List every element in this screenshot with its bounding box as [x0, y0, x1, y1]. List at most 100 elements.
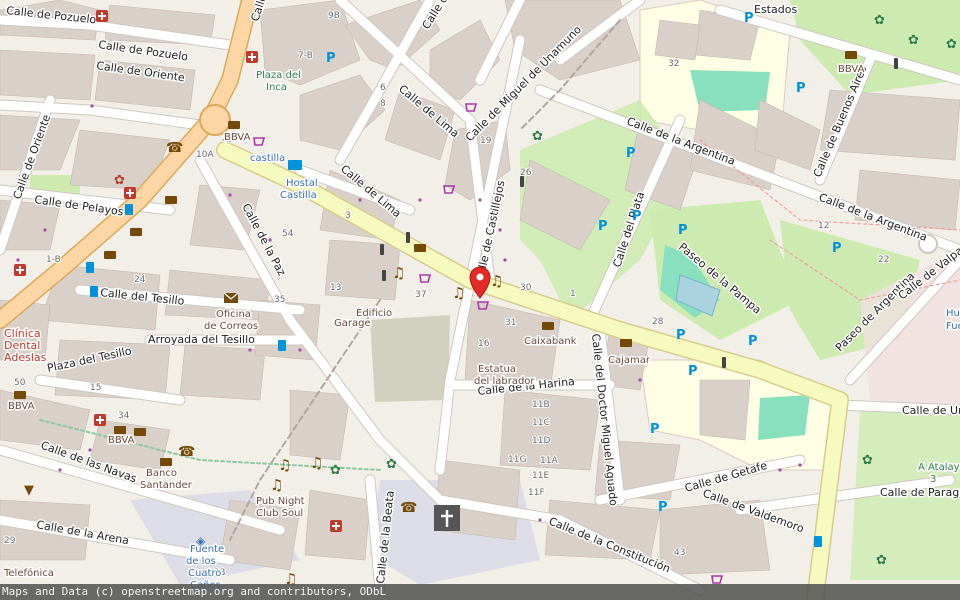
svg-text:Pub Night: Pub Night — [256, 496, 305, 507]
hotel-icon — [288, 160, 302, 170]
svg-text:Oficina: Oficina — [216, 309, 251, 320]
playground-icon: ✿ — [532, 129, 543, 144]
svg-text:11E: 11E — [532, 471, 549, 481]
svg-text:Santander: Santander — [140, 480, 193, 491]
parking-icon: P — [796, 81, 806, 96]
map-canvas[interactable]: 9B 32 49 10A 54 35 37 31 28 11B 11C 11D … — [0, 0, 960, 600]
map-attribution[interactable]: Maps and Data (c) openstreetmap.org and … — [0, 584, 960, 600]
music-icon: ♫ — [490, 272, 503, 290]
svg-text:BBVA: BBVA — [108, 435, 135, 446]
svg-text:15: 15 — [90, 383, 101, 393]
playground-icon: ✿ — [946, 37, 957, 52]
bus-stop-icon — [90, 286, 98, 297]
bank-icon — [414, 244, 426, 252]
pharmacy-icon — [96, 10, 108, 22]
svg-text:Cajamar: Cajamar — [608, 355, 651, 366]
svg-text:del labrador: del labrador — [474, 376, 535, 387]
parking-icon: P — [598, 219, 608, 234]
svg-text:35: 35 — [274, 295, 285, 305]
bank-icon — [160, 458, 172, 466]
pharmacy-icon — [14, 264, 26, 276]
svg-text:1: 1 — [570, 289, 576, 299]
svg-text:6: 6 — [380, 83, 386, 93]
svg-text:30: 30 — [520, 283, 532, 293]
svg-text:A Atalay: A Atalay — [918, 462, 960, 473]
music-icon: ♫ — [278, 456, 291, 474]
svg-text:Club Soul: Club Soul — [256, 508, 303, 519]
svg-text:28: 28 — [652, 317, 664, 327]
playground-icon: ✿ — [386, 457, 397, 472]
pharmacy-icon — [330, 520, 342, 532]
svg-text:37: 37 — [415, 290, 426, 300]
svg-text:31: 31 — [505, 318, 516, 328]
svg-text:10A: 10A — [196, 150, 214, 160]
svg-text:8: 8 — [380, 99, 386, 109]
svg-text:1-B: 1-B — [46, 255, 61, 265]
parking-icon: P — [832, 241, 842, 256]
parking-icon: P — [676, 328, 686, 343]
svg-text:32: 32 — [668, 59, 679, 69]
svg-text:de Correos: de Correos — [204, 321, 258, 332]
svg-text:11G: 11G — [508, 455, 526, 465]
pharmacy-icon — [124, 187, 136, 199]
music-icon: ▼ — [24, 483, 34, 498]
bus-stop-icon — [125, 204, 133, 215]
parking-icon: P — [632, 209, 642, 224]
bus-stop-icon — [814, 536, 822, 547]
fountain-icon: ◈ — [196, 534, 206, 548]
music-icon: ☎ — [166, 140, 183, 156]
music-icon: ♫ — [270, 476, 283, 494]
bank-icon — [14, 391, 26, 399]
svg-text:29: 29 — [4, 536, 16, 546]
parking-icon: P — [650, 422, 660, 437]
svg-text:11B: 11B — [532, 400, 550, 410]
svg-text:22: 22 — [878, 255, 889, 265]
svg-text:9B: 9B — [328, 11, 340, 21]
svg-text:16: 16 — [478, 339, 490, 349]
parking-icon: P — [688, 364, 698, 379]
music-icon: ☎ — [400, 500, 417, 516]
svg-text:BBVA: BBVA — [838, 64, 865, 75]
svg-text:Banco: Banco — [146, 468, 177, 479]
bank-icon — [228, 121, 240, 129]
bus-stop-icon — [86, 262, 94, 273]
dentist-icon: ✿ — [114, 173, 125, 188]
svg-text:de los: de los — [186, 556, 216, 567]
svg-text:Hue: Hue — [946, 308, 960, 319]
parking-icon: P — [626, 146, 636, 161]
bank-icon — [620, 339, 632, 347]
svg-text:Fue: Fue — [946, 321, 960, 332]
svg-text:Cuatro: Cuatro — [188, 568, 221, 579]
svg-text:11C: 11C — [532, 418, 550, 428]
street-label: Calle de Paragua — [880, 486, 960, 499]
svg-text:BBVA: BBVA — [8, 401, 35, 412]
playground-icon: ✿ — [908, 33, 919, 48]
svg-text:Estatua: Estatua — [478, 364, 516, 375]
pharmacy-icon — [94, 414, 106, 426]
parking-icon: P — [744, 11, 754, 26]
music-icon: ♫ — [310, 454, 323, 472]
bank-icon — [130, 228, 142, 236]
svg-text:13: 13 — [330, 283, 341, 293]
street-label: Calle de Uru — [902, 404, 960, 417]
playground-icon: ✿ — [330, 463, 341, 478]
svg-text:Castilla: Castilla — [280, 190, 317, 201]
parking-icon: P — [658, 500, 668, 515]
svg-text:3: 3 — [930, 474, 936, 485]
playground-icon: ✿ — [874, 13, 885, 28]
svg-text:castilla: castilla — [250, 153, 285, 164]
svg-text:11D: 11D — [532, 436, 550, 446]
svg-text:BBVA: BBVA — [224, 132, 251, 143]
svg-text:Telefónica: Telefónica — [3, 567, 54, 579]
svg-text:Inca: Inca — [266, 82, 287, 93]
bus-stop-icon — [278, 340, 286, 351]
pharmacy-icon — [246, 51, 258, 63]
svg-text:11A: 11A — [540, 456, 558, 466]
svg-text:Garage: Garage — [334, 318, 371, 329]
bank-icon — [845, 51, 857, 59]
svg-text:Plaza del: Plaza del — [256, 70, 301, 81]
bank-icon — [134, 428, 146, 436]
svg-text:11F: 11F — [528, 488, 545, 498]
music-icon: ♫ — [392, 264, 405, 282]
svg-text:24: 24 — [134, 275, 146, 285]
